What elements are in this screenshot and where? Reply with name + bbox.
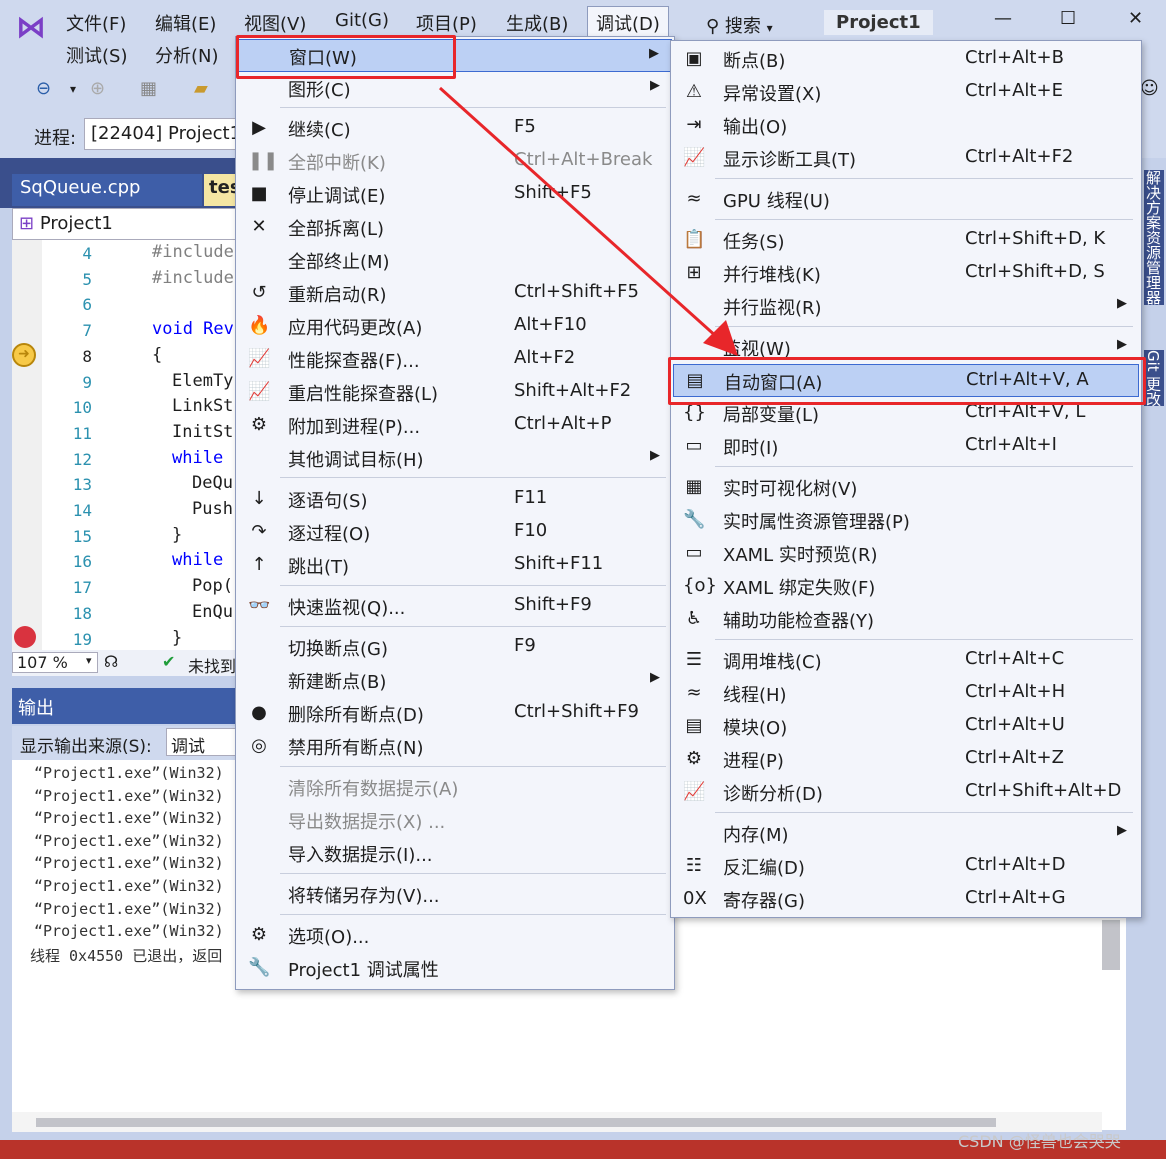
- annotation-arrow: [438, 86, 738, 356]
